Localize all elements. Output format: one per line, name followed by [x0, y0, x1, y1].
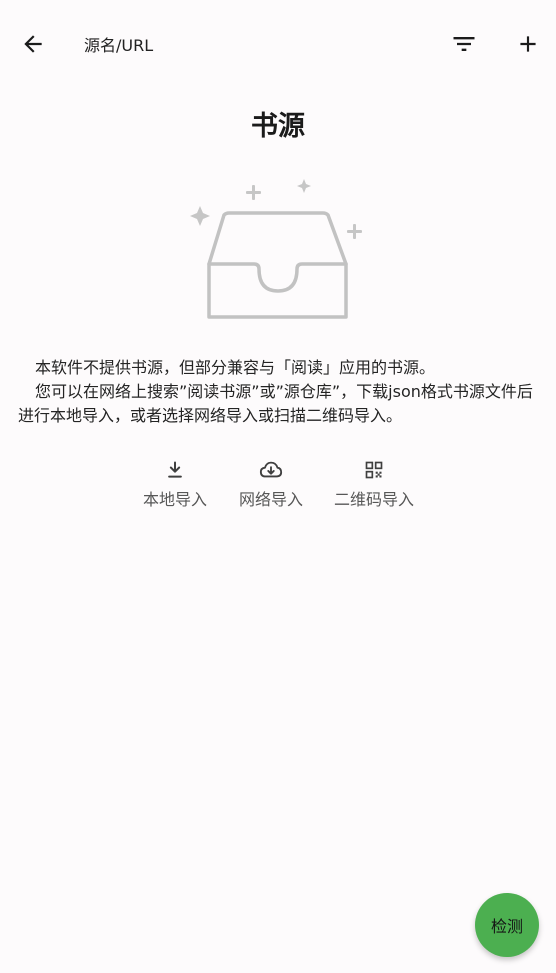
- cloud-download-icon: [259, 458, 283, 482]
- filter-button[interactable]: [442, 22, 486, 66]
- back-button[interactable]: [11, 22, 55, 66]
- local-import-button[interactable]: 本地导入: [140, 456, 210, 514]
- filter-list-icon: [453, 37, 475, 51]
- empty-inbox-icon: [190, 179, 362, 319]
- add-source-button[interactable]: [506, 22, 550, 66]
- empty-state-title: 书源: [251, 111, 305, 142]
- check-sources-button[interactable]: 检测: [475, 893, 539, 957]
- top-app-bar: [0, 0, 556, 88]
- book-source-screen: 书源 本软件不提供书源，但部分兼容与「阅读」应用的书源。 您可以在网络上搜索”阅…: [0, 0, 556, 973]
- download-icon: [163, 458, 187, 482]
- network-import-label: 网络导入: [238, 490, 303, 509]
- local-import-label: 本地导入: [142, 490, 207, 509]
- arrow-left-icon: [24, 35, 42, 53]
- empty-state-description: 本软件不提供书源，但部分兼容与「阅读」应用的书源。 您可以在网络上搜索”阅读书源…: [18, 356, 538, 428]
- import-actions: 本地导入 网络导入 二维码导入: [0, 456, 556, 516]
- plus-icon: [520, 36, 536, 52]
- qrcode-import-label: 二维码导入: [333, 490, 414, 509]
- check-label: 检测: [490, 917, 523, 936]
- network-import-button[interactable]: 网络导入: [236, 456, 306, 514]
- search-input[interactable]: [82, 26, 416, 64]
- qrcode-import-button[interactable]: 二维码导入: [332, 456, 416, 514]
- description-paragraph: 您可以在网络上搜索”阅读书源”或”源仓库”，下载json格式书源文件后进行本地导…: [18, 382, 533, 425]
- qr-code-icon: [362, 458, 386, 482]
- description-paragraph: 本软件不提供书源，但部分兼容与「阅读」应用的书源。: [35, 358, 436, 377]
